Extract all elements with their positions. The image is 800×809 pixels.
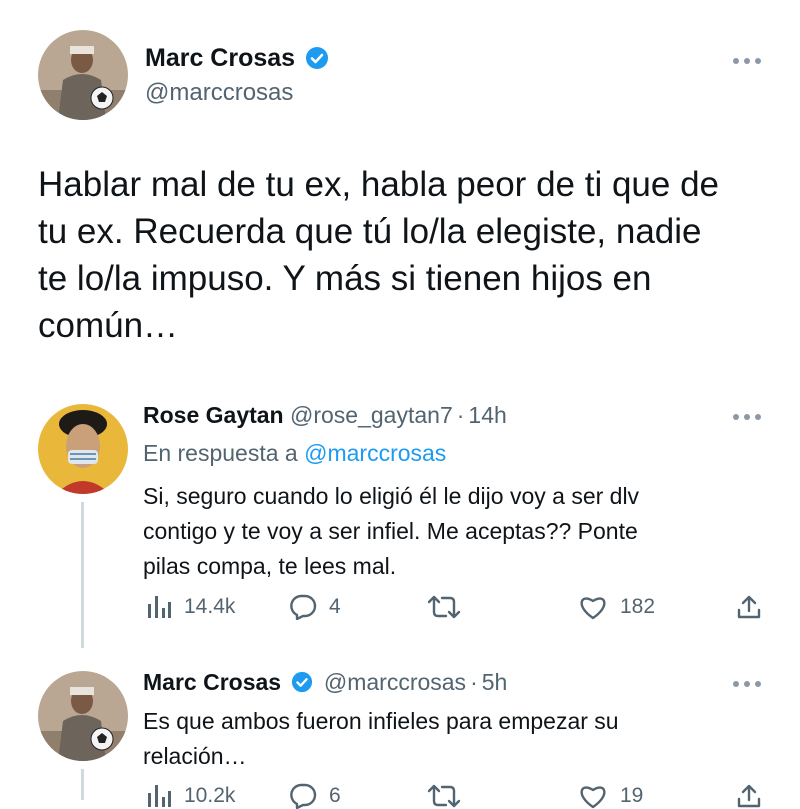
share-button[interactable] xyxy=(736,783,762,809)
avatar[interactable] xyxy=(38,30,128,120)
share-icon xyxy=(737,595,761,619)
retweet-button[interactable] xyxy=(426,594,462,620)
separator-dot: · xyxy=(470,669,478,695)
heart-icon xyxy=(580,786,606,809)
reply-text-line: Es que ambos fueron infieles para empeza… xyxy=(143,708,619,734)
author-handle[interactable]: @marccrosas xyxy=(145,79,293,107)
reply-count: 6 xyxy=(329,784,341,807)
share-button[interactable] xyxy=(736,594,762,620)
reply-text-line: Si, seguro cuando lo eligió él le dijo v… xyxy=(143,483,640,509)
views-button[interactable]: 10.2k xyxy=(146,783,235,809)
tweet-text-line: tu ex. Recuerda que tú lo/la elegiste, n… xyxy=(38,212,702,251)
verified-badge-icon xyxy=(306,47,328,69)
views-count: 14.4k xyxy=(184,595,236,618)
verified-badge-icon xyxy=(292,671,313,693)
reply-text-line: pilas compa, te lees mal. xyxy=(143,553,397,579)
like-count: 19 xyxy=(620,784,644,807)
author-name[interactable]: Marc Crosas xyxy=(143,669,281,695)
separator-dot: · xyxy=(456,402,465,428)
tweet-text: Hablar mal de tu ex, habla peor de ti qu… xyxy=(38,161,719,349)
more-options-icon[interactable] xyxy=(731,679,763,689)
reply-text: Es que ambos fueron infieles para empeza… xyxy=(143,704,619,774)
reply-header: Rose Gaytan @rose_gaytan7 · 14h xyxy=(143,402,507,429)
replying-to: En respuesta a @marccrosas xyxy=(143,440,446,467)
views-chart-icon xyxy=(148,785,171,807)
tweet-text-line: te lo/la impuso. Y más si tienen hijos e… xyxy=(38,259,652,298)
views-count: 10.2k xyxy=(184,784,236,807)
author-handle[interactable]: @rose_gaytan7 xyxy=(290,402,453,428)
reply-text: Si, seguro cuando lo eligió él le dijo v… xyxy=(143,479,639,584)
author-name[interactable]: Rose Gaytan xyxy=(143,402,284,428)
reply-bubble-icon xyxy=(290,783,317,809)
replying-to-handle[interactable]: @marccrosas xyxy=(304,440,446,466)
thread-connector xyxy=(81,502,84,648)
views-chart-icon xyxy=(148,596,171,618)
thread-connector xyxy=(81,769,84,800)
retweet-button[interactable] xyxy=(426,783,462,809)
reply-text-line: contigo y te voy a ser infiel. Me acepta… xyxy=(143,518,638,544)
more-options-icon[interactable] xyxy=(731,412,763,422)
author-handle[interactable]: @marccrosas xyxy=(324,669,466,695)
like-button[interactable]: 182 xyxy=(578,594,655,620)
views-button[interactable]: 14.4k xyxy=(146,594,235,620)
tweet-text-line: común… xyxy=(38,306,179,345)
avatar[interactable] xyxy=(38,404,128,494)
tweet-text-line: Hablar mal de tu ex, habla peor de ti qu… xyxy=(38,165,719,204)
author-name[interactable]: Marc Crosas xyxy=(145,44,295,73)
avatar[interactable] xyxy=(38,671,128,761)
reply-text-line: relación… xyxy=(143,743,247,769)
reply-button[interactable]: 6 xyxy=(289,783,341,809)
heart-icon xyxy=(580,597,606,620)
like-button[interactable]: 19 xyxy=(578,783,643,809)
reply-count: 4 xyxy=(329,595,341,618)
timestamp[interactable]: 5h xyxy=(482,669,508,695)
share-icon xyxy=(737,784,761,808)
timestamp[interactable]: 14h xyxy=(468,402,506,428)
retweet-icon xyxy=(427,784,461,808)
retweet-icon xyxy=(427,595,461,619)
reply-button[interactable]: 4 xyxy=(289,594,341,620)
like-count: 182 xyxy=(620,595,656,618)
replying-prefix: En respuesta a xyxy=(143,440,298,466)
reply-bubble-icon xyxy=(290,594,317,620)
reply-header: Marc Crosas @marccrosas · 5h xyxy=(143,669,507,696)
more-options-icon[interactable] xyxy=(731,56,763,66)
